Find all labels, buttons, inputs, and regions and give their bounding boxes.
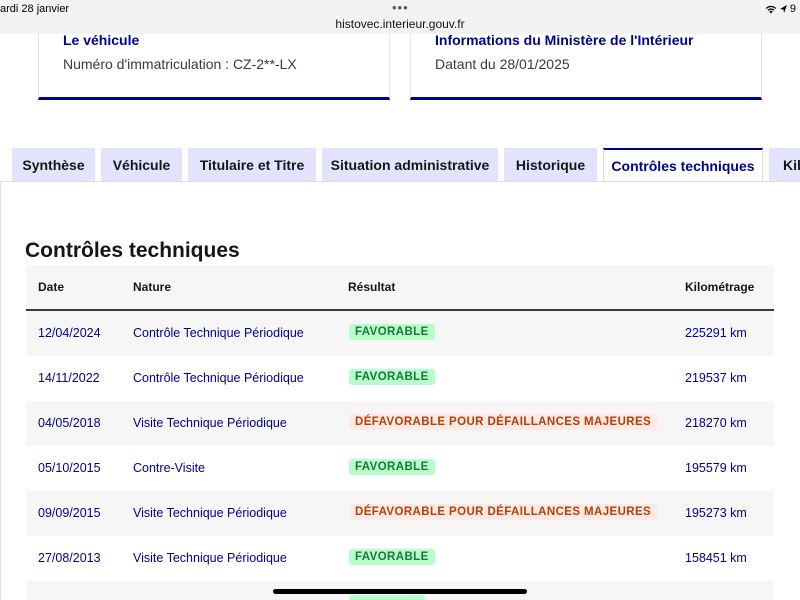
status-date: ardi 28 janvier xyxy=(0,3,70,15)
more-options-icon[interactable]: ••• xyxy=(392,0,409,15)
technical-inspections-table: Date Nature Résultat Kilométrage 12/04/2… xyxy=(26,265,774,600)
result-badge: DÉFAVORABLE POUR DÉFAILLANCES MAJEURES xyxy=(349,414,658,430)
row-km: 218270 km xyxy=(685,416,747,430)
tab-synthese[interactable]: Synthèse xyxy=(12,148,95,181)
url-address[interactable]: histovec.interieur.gouv.fr xyxy=(0,17,800,31)
row-km: 219537 km xyxy=(685,371,747,385)
result-badge: DÉFAVORABLE POUR DÉFAILLANCES MAJEURES xyxy=(349,504,658,520)
tab-situation-administrative[interactable]: Situation administrative xyxy=(322,148,498,181)
table-header: Date Nature Résultat Kilométrage xyxy=(26,265,774,311)
row-date: 04/05/2018 xyxy=(38,416,101,430)
table-row: 14/11/2022 Contrôle Technique Périodique… xyxy=(26,356,774,401)
row-nature: Contre-Visite xyxy=(133,461,206,475)
ministry-info-card: Informations du Ministère de l'Intérieur… xyxy=(410,32,762,100)
result-badge: FAVORABLE xyxy=(349,549,435,565)
table-row: 09/09/2015 Visite Technique Périodique D… xyxy=(26,491,774,536)
tab-titulaire-titre[interactable]: Titulaire et Titre xyxy=(188,148,316,181)
location-icon xyxy=(779,4,787,13)
registration-number: Numéro d'immatriculation : CZ-2**-LX xyxy=(63,56,297,72)
result-badge: FAVORABLE xyxy=(349,324,435,340)
row-date: 09/09/2015 xyxy=(38,506,101,520)
row-nature: Contrôle Technique Périodique xyxy=(133,371,304,385)
result-badge xyxy=(349,595,425,600)
tab-vehicule[interactable]: Véhicule xyxy=(101,148,182,181)
vehicle-card-title: Le véhicule xyxy=(63,32,140,48)
home-indicator[interactable] xyxy=(273,589,527,594)
row-date: 27/08/2013 xyxy=(38,551,101,565)
row-date: 05/10/2015 xyxy=(38,461,101,475)
table-row: 05/10/2015 Contre-Visite FAVORABLE 19557… xyxy=(26,446,774,491)
ministry-card-title: Informations du Ministère de l'Intérieur xyxy=(435,32,694,48)
wifi-icon xyxy=(765,5,777,13)
row-km: 225291 km xyxy=(685,326,747,340)
header-kilometrage: Kilométrage xyxy=(685,280,755,294)
row-date: 14/11/2022 xyxy=(38,371,100,385)
data-date: Datant du 28/01/2025 xyxy=(435,56,570,72)
row-nature: Visite Technique Périodique xyxy=(133,551,287,565)
tab-controles-techniques[interactable]: Contrôles techniques xyxy=(603,148,763,182)
table-row: 27/08/2013 Visite Technique Périodique F… xyxy=(26,536,774,581)
result-badge: FAVORABLE xyxy=(349,369,435,385)
table-row: 12/04/2024 Contrôle Technique Périodique… xyxy=(26,311,774,356)
status-bar: ardi 28 janvier ••• histovec.interieur.g… xyxy=(0,0,800,34)
row-date: 12/04/2024 xyxy=(38,326,101,340)
header-nature: Nature xyxy=(133,280,172,294)
result-badge: FAVORABLE xyxy=(349,459,435,475)
row-km: 195273 km xyxy=(685,506,747,520)
battery-level: 9 xyxy=(789,3,796,15)
status-icons: 9 xyxy=(765,3,796,15)
row-nature: Visite Technique Périodique xyxy=(133,506,287,520)
header-result: Résultat xyxy=(348,280,396,294)
row-nature: Visite Technique Périodique xyxy=(133,416,287,430)
row-nature: Contrôle Technique Périodique xyxy=(133,326,304,340)
tab-kilometrage[interactable]: Kilo xyxy=(769,148,800,181)
tab-historique[interactable]: Historique xyxy=(504,148,597,181)
table-row: 04/05/2018 Visite Technique Périodique D… xyxy=(26,401,774,446)
tab-bar: Synthèse Véhicule Titulaire et Titre Sit… xyxy=(0,148,800,182)
section-title: Contrôles techniques xyxy=(25,239,240,262)
header-date: Date xyxy=(38,280,65,294)
row-km: 195579 km xyxy=(685,461,747,475)
vehicle-card: Le véhicule Numéro d'immatriculation : C… xyxy=(38,32,390,100)
row-km: 158451 km xyxy=(685,551,747,565)
